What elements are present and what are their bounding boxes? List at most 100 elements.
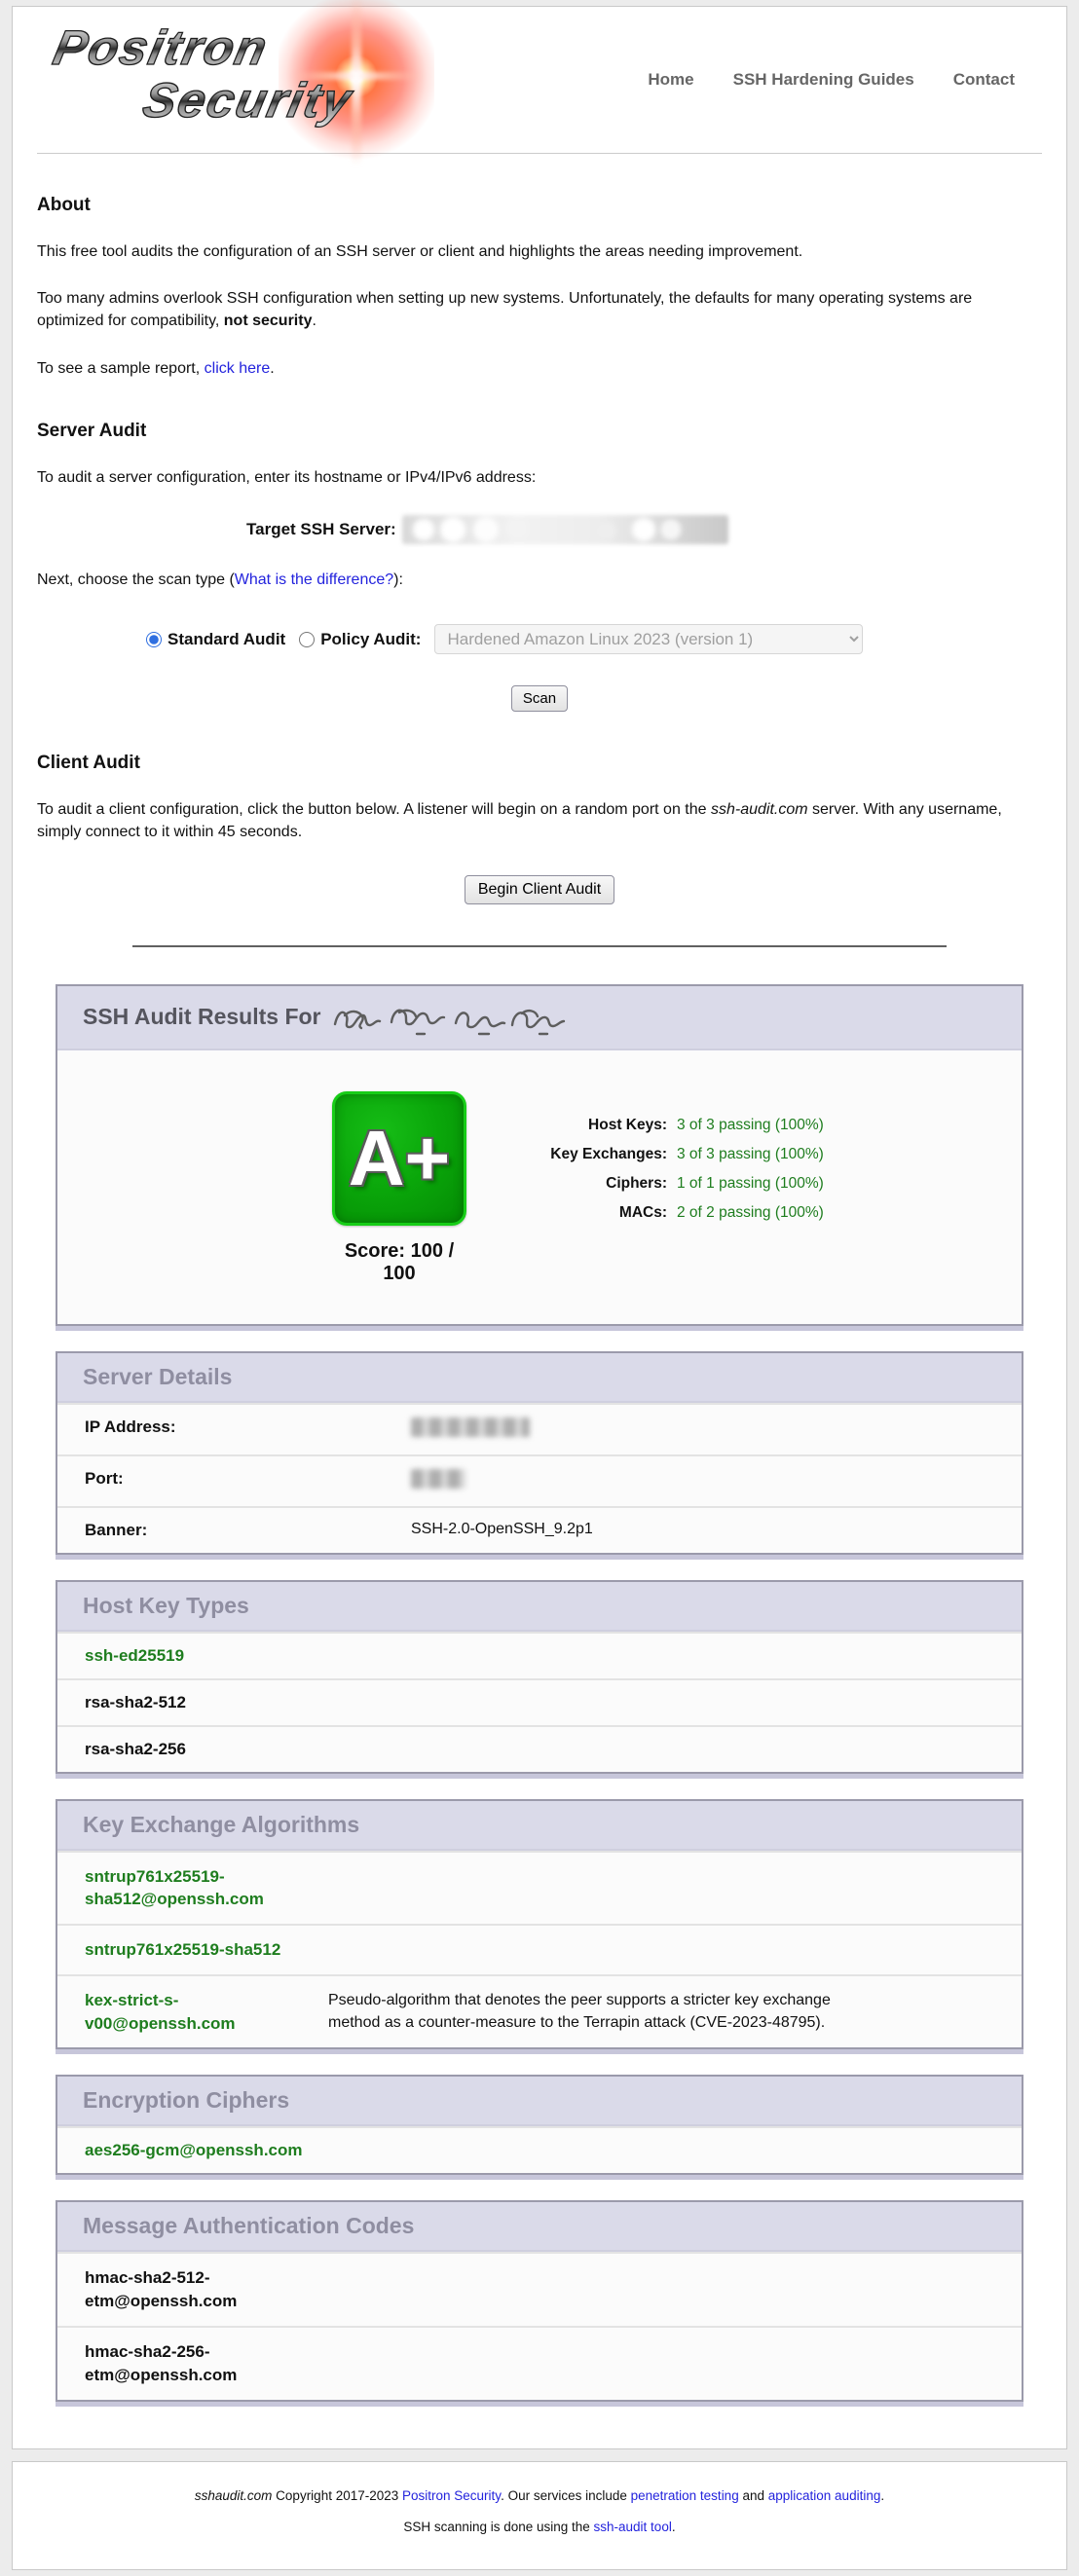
server-audit-title: Server Audit (37, 421, 1042, 442)
scan-type-line: Next, choose the scan type (What is the … (37, 569, 1042, 591)
mac-row: hmac-sha2-512-etm@openssh.com (57, 2252, 1022, 2326)
logo: Positron Security (37, 12, 446, 148)
server-detail-row-port: Port: (57, 1454, 1022, 1506)
positron-security-link[interactable]: Positron Security (402, 2488, 501, 2503)
client-audit-section: Client Audit To audit a client configura… (37, 753, 1042, 903)
cipher-row: aes256-gcm@openssh.com (57, 2126, 1022, 2173)
footer-line2-period: . (672, 2520, 676, 2534)
server-detail-row-ip: IP Address: (57, 1403, 1022, 1454)
main-container: Positron Security Home SSH Hardening Gui… (12, 6, 1067, 2449)
about-p3-period: . (270, 360, 274, 377)
results-stats: Host Keys: 3 of 3 passing (100%) Key Exch… (502, 1091, 824, 1285)
results-panel-header: SSH Audit Results For (57, 986, 1022, 1050)
sample-report-link[interactable]: click here (205, 360, 271, 377)
target-ssh-server-label: Target SSH Server: (246, 520, 396, 539)
mac-algorithm: hmac-sha2-256-etm@openssh.com (85, 2340, 328, 2387)
stat-value: 2 of 2 passing (100%) (677, 1198, 824, 1228)
client-audit-title: Client Audit (37, 753, 1042, 774)
stat-key-exchanges: Key Exchanges: 3 of 3 passing (100%) (502, 1140, 824, 1169)
about-section: About This free tool audits the configur… (37, 195, 1042, 380)
nav-contact[interactable]: Contact (953, 70, 1015, 90)
footer-scanning-text: SSH scanning is done using the (403, 2520, 593, 2534)
about-paragraph-3: To see a sample report, click here. (37, 357, 1042, 380)
key-exchange-header: Key Exchange Algorithms (57, 1801, 1022, 1851)
penetration-testing-link[interactable]: penetration testing (631, 2488, 739, 2503)
stat-macs: MACs: 2 of 2 passing (100%) (502, 1198, 824, 1228)
logo-text-positron: Positron (49, 19, 274, 76)
mac-row: hmac-sha2-256-etm@openssh.com (57, 2326, 1022, 2400)
target-server-row: Target SSH Server: (246, 515, 1042, 544)
about-p2-bold: not security (224, 313, 313, 329)
server-details-panel: Server Details IP Address: Port: Banner:… (56, 1351, 1023, 1555)
server-detail-row-banner: Banner: SSH-2.0-OpenSSH_9.2p1 (57, 1506, 1022, 1553)
results-body: A+ Score: 100 / 100 Host Keys: 3 of 3 pas… (57, 1050, 1022, 1324)
about-paragraph-2: Too many admins overlook SSH configurati… (37, 287, 1042, 332)
about-p2-period: . (312, 313, 316, 329)
kex-row: sntrup761x25519-sha512 (57, 1924, 1022, 1974)
about-p2-text: Too many admins overlook SSH configurati… (37, 290, 972, 329)
stat-label: Key Exchanges: (502, 1140, 667, 1169)
stat-ciphers: Ciphers: 1 of 1 passing (100%) (502, 1169, 824, 1198)
host-key-types-panel: Host Key Types ssh-ed25519 rsa-sha2-512 … (56, 1580, 1023, 1774)
client-audit-intro: To audit a client configuration, click t… (37, 798, 1042, 843)
nav-home[interactable]: Home (648, 70, 693, 90)
stat-value: 3 of 3 passing (100%) (677, 1111, 824, 1140)
stat-label: Host Keys: (502, 1111, 667, 1140)
kex-algorithm: sntrup761x25519-sha512 (85, 1938, 328, 1962)
about-paragraph-1: This free tool audits the configuration … (37, 240, 1042, 263)
kex-row: sntrup761x25519-sha512@openssh.com (57, 1851, 1022, 1925)
scan-type-difference-link[interactable]: What is the difference? (235, 571, 393, 588)
footer-site-name: sshaudit.com (195, 2488, 273, 2503)
site-header: Positron Security Home SSH Hardening Gui… (37, 7, 1042, 154)
client-intro-text: To audit a client configuration, click t… (37, 801, 711, 818)
results-panel: SSH Audit Results For A (56, 984, 1023, 1326)
footer-line-1: sshaudit.com Copyright 2017-2023 Positro… (22, 2488, 1057, 2503)
standard-audit-radio[interactable] (146, 632, 162, 647)
host-key-row: rsa-sha2-256 (57, 1725, 1022, 1772)
scan-button[interactable]: Scan (511, 685, 568, 712)
redacted-ip-value (411, 1417, 530, 1437)
site-footer: sshaudit.com Copyright 2017-2023 Positro… (12, 2461, 1067, 2570)
begin-client-audit-button[interactable]: Begin Client Audit (465, 875, 614, 904)
encryption-ciphers-panel: Encryption Ciphers aes256-gcm@openssh.co… (56, 2075, 1023, 2175)
application-auditing-link[interactable]: application auditing (768, 2488, 881, 2503)
host-key-row: ssh-ed25519 (57, 1632, 1022, 1678)
grade-badge: A+ (332, 1091, 466, 1226)
about-p3-text: To see a sample report, (37, 360, 205, 377)
stat-value: 1 of 1 passing (100%) (677, 1169, 824, 1198)
stat-label: Ciphers: (502, 1169, 667, 1198)
about-title: About (37, 195, 1042, 216)
grade-column: A+ Score: 100 / 100 (332, 1091, 468, 1285)
main-nav: Home SSH Hardening Guides Contact (648, 70, 1015, 90)
ip-address-label: IP Address: (85, 1417, 411, 1442)
footer-line-2: SSH scanning is done using the ssh-audit… (22, 2520, 1057, 2534)
stat-host-keys: Host Keys: 3 of 3 passing (100%) (502, 1111, 824, 1140)
ssh-audit-tool-link[interactable]: ssh-audit tool (594, 2520, 672, 2534)
scan-type-text-after: ): (393, 571, 403, 588)
standard-audit-label: Standard Audit (167, 630, 285, 649)
kex-row: kex-strict-s-v00@openssh.com Pseudo-algo… (57, 1974, 1022, 2048)
stat-label: MACs: (502, 1198, 667, 1228)
footer-period: . (880, 2488, 884, 2503)
footer-and-text: and (739, 2488, 768, 2503)
stat-value: 3 of 3 passing (100%) (677, 1140, 824, 1169)
host-key-row: rsa-sha2-512 (57, 1678, 1022, 1725)
grade-text: A+ (349, 1120, 451, 1197)
score-label: Score: 100 / 100 (332, 1240, 466, 1285)
server-details-header: Server Details (57, 1353, 1022, 1403)
redacted-port-value (411, 1469, 465, 1489)
macs-panel: Message Authentication Codes hmac-sha2-5… (56, 2200, 1023, 2401)
kex-algorithm-note: Pseudo-algorithm that denotes the peer s… (328, 1989, 883, 2036)
page: Positron Security Home SSH Hardening Gui… (6, 0, 1073, 2576)
encryption-ciphers-header: Encryption Ciphers (57, 2077, 1022, 2126)
client-intro-domain: ssh-audit.com (711, 801, 808, 818)
ip-address-value (411, 1417, 530, 1442)
policy-select[interactable]: Hardened Amazon Linux 2023 (version 1) (434, 624, 863, 654)
nav-ssh-hardening-guides[interactable]: SSH Hardening Guides (733, 70, 914, 90)
target-ssh-server-input[interactable] (402, 515, 728, 544)
kex-algorithm: sntrup761x25519-sha512@openssh.com (85, 1865, 328, 1912)
host-key-types-header: Host Key Types (57, 1582, 1022, 1632)
policy-audit-radio[interactable] (299, 632, 315, 647)
key-exchange-panel: Key Exchange Algorithms sntrup761x25519-… (56, 1799, 1023, 2050)
footer-copyright-text: Copyright 2017-2023 (272, 2488, 402, 2503)
